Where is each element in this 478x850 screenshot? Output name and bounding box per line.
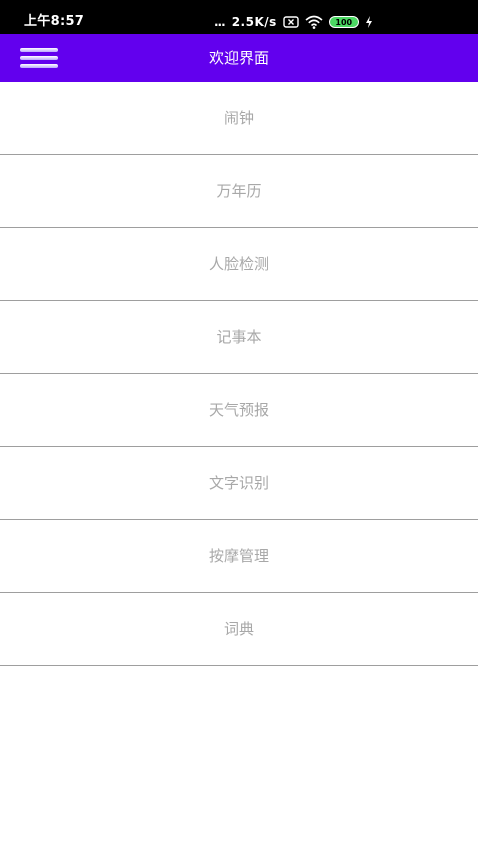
wifi-icon — [305, 15, 323, 29]
page-title: 欢迎界面 — [208, 49, 269, 67]
list-item-dictionary[interactable]: 词典 — [0, 593, 478, 666]
battery-icon: 100 — [328, 16, 359, 28]
list-item-face-detection[interactable]: 人脸检测 — [0, 228, 478, 301]
network-speed: 2.5K/s — [231, 15, 277, 29]
list-item-massage-management[interactable]: 按摩管理 — [0, 520, 478, 593]
status-dots: ... — [214, 15, 226, 29]
list-item-notepad[interactable]: 记事本 — [0, 301, 478, 374]
status-bar: 上午8:57 ... 2.5K/s 100 — [0, 0, 478, 34]
charging-icon — [365, 16, 373, 28]
status-indicators: ... 2.5K/s 100 — [214, 12, 373, 32]
list-item-alarm[interactable]: 闹钟 — [0, 82, 478, 155]
sim-x-icon — [283, 16, 299, 28]
list-item-text-recognition[interactable]: 文字识别 — [0, 447, 478, 520]
app-bar: 欢迎界面 — [0, 34, 478, 82]
feature-list: 闹钟 万年历 人脸检测 记事本 天气预报 文字识别 按摩管理 词典 — [0, 82, 478, 666]
app-screen: 上午8:57 ... 2.5K/s 100 欢迎界面 闹钟 万年历 人脸检测 记… — [0, 0, 478, 850]
list-item-calendar[interactable]: 万年历 — [0, 155, 478, 228]
status-time: 上午8:57 — [24, 14, 85, 29]
list-item-weather[interactable]: 天气预报 — [0, 374, 478, 447]
hamburger-menu-icon[interactable] — [20, 46, 58, 70]
